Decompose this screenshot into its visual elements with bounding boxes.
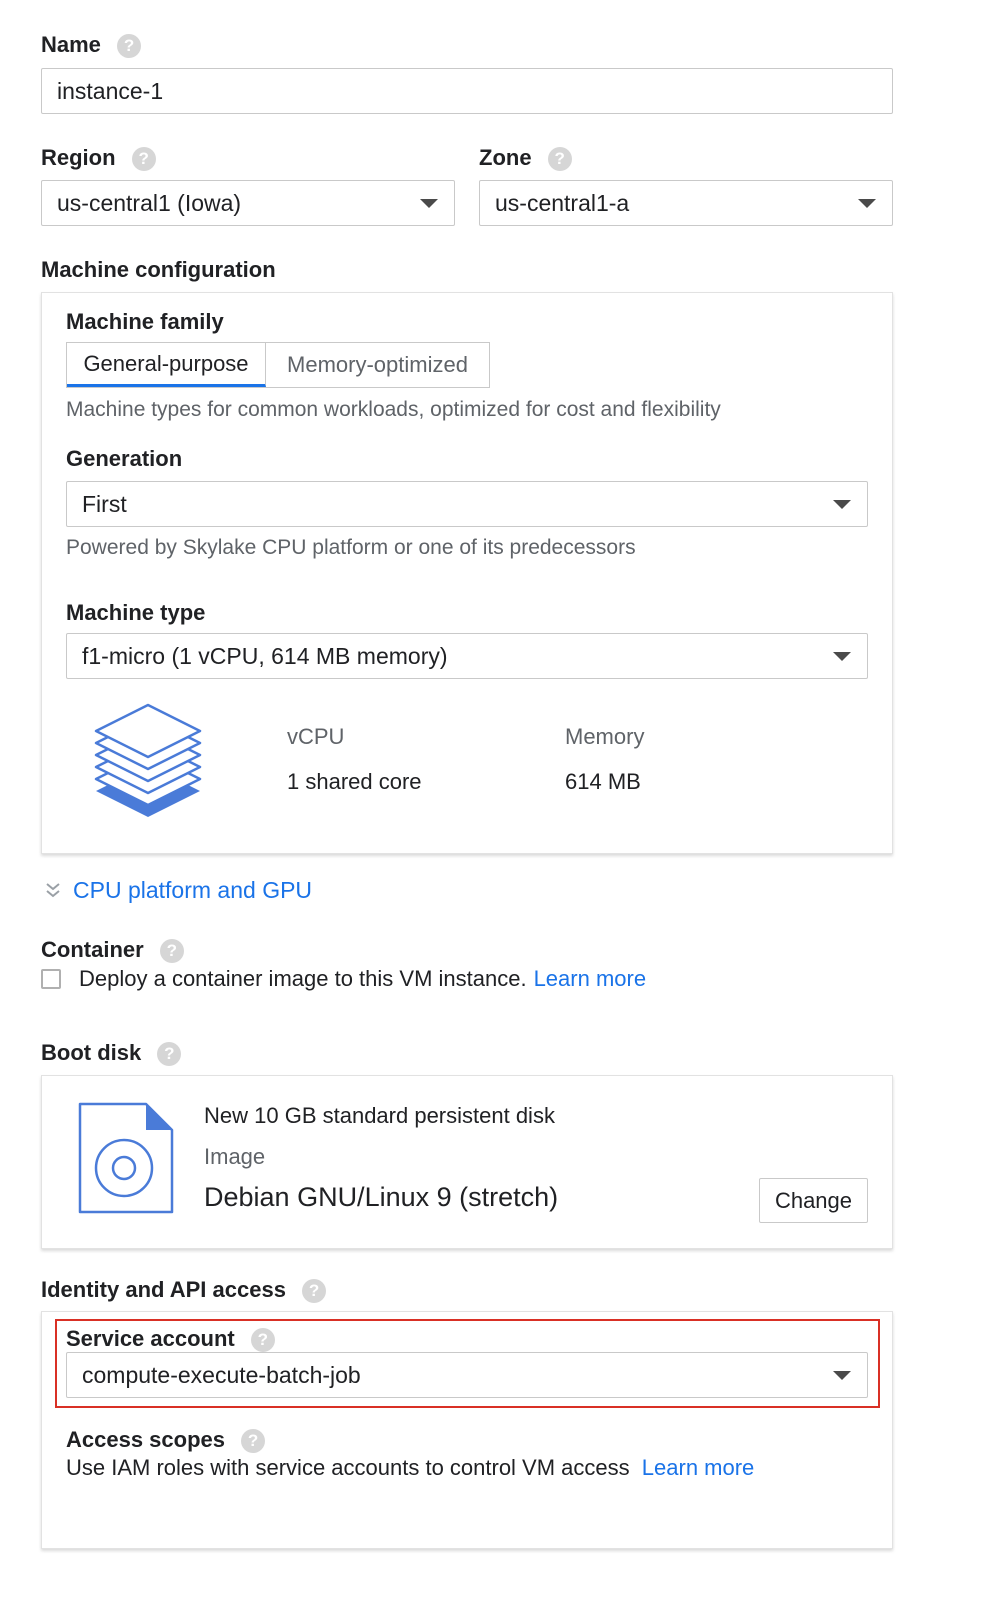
zone-label: Zone ? (479, 145, 572, 172)
vcpu-label: vCPU (287, 724, 345, 749)
help-icon[interactable]: ? (250, 1328, 275, 1353)
chevron-down-icon (833, 652, 851, 661)
identity-api-access-label-text: Identity and API access (41, 1277, 286, 1302)
access-scopes-description-row: Use IAM roles with service accounts to c… (66, 1455, 754, 1481)
region-label-text: Region (41, 145, 116, 170)
help-icon[interactable]: ? (547, 147, 572, 172)
cpu-platform-gpu-toggle[interactable]: CPU platform and GPU (44, 877, 312, 904)
boot-disk-label: Boot disk ? (41, 1040, 182, 1067)
zone-label-text: Zone (479, 145, 532, 170)
memory-value: 614 MB (565, 769, 641, 794)
identity-api-access-label: Identity and API access ? (41, 1277, 327, 1304)
region-label: Region ? (41, 145, 156, 172)
generation-select[interactable]: First (66, 481, 868, 527)
machine-configuration-heading: Machine configuration (41, 257, 276, 282)
boot-disk-image-value: Debian GNU/Linux 9 (stretch) (204, 1182, 559, 1212)
generation-label: Generation (66, 446, 183, 471)
zone-select-value: us-central1-a (495, 189, 630, 216)
name-input[interactable]: instance-1 (41, 68, 893, 114)
boot-disk-label-text: Boot disk (41, 1040, 142, 1065)
region-select-value: us-central1 (Iowa) (57, 189, 242, 216)
container-learn-more-link[interactable]: Learn more (534, 966, 647, 992)
disk-file-icon (78, 1102, 174, 1214)
expand-more-icon (46, 882, 60, 897)
access-scopes-label: Access scopes ? (66, 1427, 266, 1454)
tab-general-purpose[interactable]: General-purpose (67, 343, 266, 387)
access-scopes-learn-more-link[interactable]: Learn more (642, 1455, 755, 1480)
container-checkbox-label: Deploy a container image to this VM inst… (79, 966, 527, 991)
machine-configuration-card: Machine family General-purpose Memory-op… (41, 292, 893, 854)
help-icon[interactable]: ? (131, 147, 156, 172)
generation-select-value: First (82, 490, 127, 517)
generation-description: Powered by Skylake CPU platform or one o… (66, 536, 636, 559)
help-icon[interactable]: ? (241, 1429, 266, 1454)
machine-family-label: Machine family (66, 309, 224, 334)
chevron-down-icon (833, 1371, 851, 1380)
help-icon[interactable]: ? (159, 939, 184, 964)
service-account-label: Service account ? (66, 1326, 275, 1353)
change-boot-disk-button[interactable]: Change (759, 1178, 868, 1223)
chevron-down-icon (833, 500, 851, 509)
cpu-platform-gpu-link[interactable]: CPU platform and GPU (73, 877, 312, 904)
zone-select[interactable]: us-central1-a (479, 180, 893, 226)
name-input-value: instance-1 (57, 77, 164, 104)
boot-disk-card: New 10 GB standard persistent disk Image… (41, 1075, 893, 1249)
identity-api-access-card: Service account ? compute-execute-batch-… (41, 1311, 893, 1549)
machine-layers-icon (94, 703, 202, 817)
machine-family-description: Machine types for common workloads, opti… (66, 398, 721, 421)
region-select[interactable]: us-central1 (Iowa) (41, 180, 455, 226)
vcpu-value: 1 shared core (287, 769, 422, 794)
container-label: Container ? (41, 937, 184, 964)
container-checkbox[interactable] (41, 969, 61, 989)
help-icon[interactable]: ? (157, 1042, 182, 1067)
memory-label: Memory (565, 724, 645, 749)
name-label-text: Name (41, 32, 101, 57)
machine-type-label: Machine type (66, 600, 206, 625)
help-icon[interactable]: ? (117, 34, 142, 59)
chevron-down-icon (420, 199, 438, 208)
name-label: Name ? (41, 32, 142, 59)
tab-memory-optimized[interactable]: Memory-optimized (266, 343, 489, 387)
service-account-label-text: Service account (66, 1326, 235, 1351)
help-icon[interactable]: ? (302, 1279, 327, 1304)
service-account-select-value: compute-execute-batch-job (82, 1361, 361, 1388)
container-label-text: Container (41, 937, 144, 962)
container-option: Deploy a container image to this VM inst… (41, 966, 646, 992)
service-account-select[interactable]: compute-execute-batch-job (66, 1352, 868, 1398)
access-scopes-label-text: Access scopes (66, 1427, 225, 1452)
boot-disk-image-label: Image (204, 1144, 266, 1169)
chevron-down-icon (858, 199, 876, 208)
access-scopes-description: Use IAM roles with service accounts to c… (66, 1455, 630, 1480)
machine-family-tabs: General-purpose Memory-optimized (66, 342, 490, 388)
boot-disk-title: New 10 GB standard persistent disk (204, 1103, 555, 1128)
machine-type-select-value: f1-micro (1 vCPU, 614 MB memory) (82, 642, 448, 669)
machine-type-select[interactable]: f1-micro (1 vCPU, 614 MB memory) (66, 633, 868, 679)
